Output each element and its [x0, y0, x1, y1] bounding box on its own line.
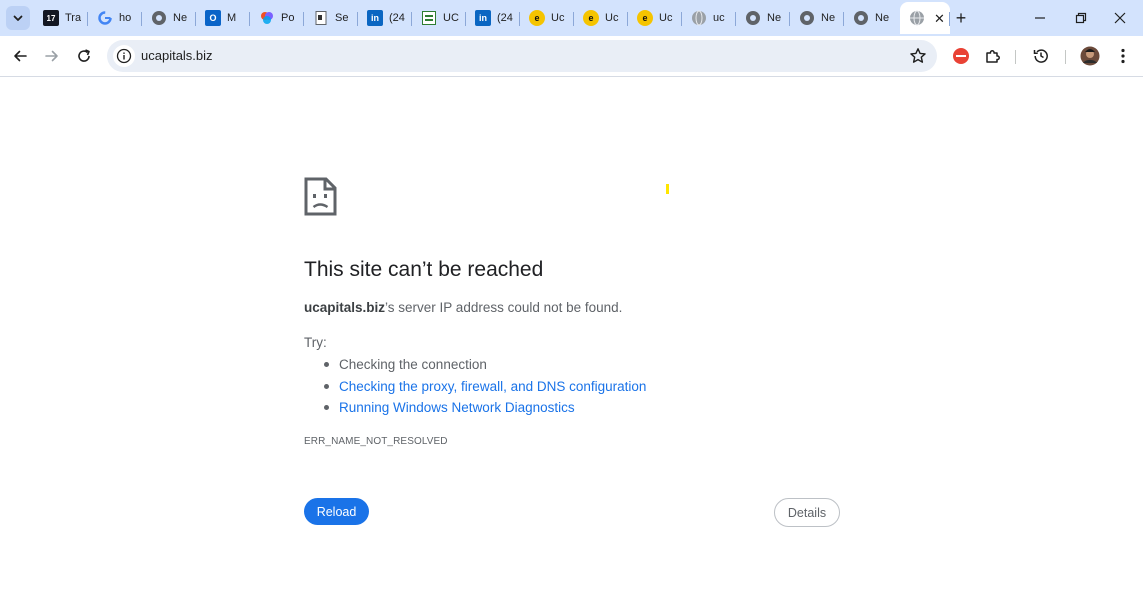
extensions-button[interactable] [983, 46, 1003, 66]
minimize-icon [1035, 17, 1045, 19]
profile-avatar[interactable] [1080, 46, 1100, 66]
tab[interactable]: e Uc [574, 2, 628, 34]
tab-title: Ne [173, 12, 188, 24]
tab[interactable]: Ne [142, 2, 196, 34]
tab[interactable]: Po [250, 2, 304, 34]
tab[interactable]: Ne [844, 2, 898, 34]
linkedin-icon: in [475, 10, 491, 26]
chrome-page-icon [799, 10, 815, 26]
tab-title: Po [281, 12, 295, 24]
tab[interactable]: ho [88, 2, 142, 34]
tab[interactable]: O M [196, 2, 250, 34]
cursor-mark [666, 184, 669, 194]
close-window-button[interactable] [1097, 0, 1143, 36]
globe-icon [909, 10, 925, 26]
sheet-icon [421, 10, 437, 26]
suggestion-item: Checking the connection [324, 356, 646, 378]
back-button[interactable] [8, 44, 32, 68]
tab-title: Se [335, 12, 349, 24]
history-icon [1033, 49, 1048, 63]
chevron-down-icon [13, 15, 23, 21]
error-host: ucapitals.biz [304, 300, 386, 315]
suggestion-link-proxy[interactable]: Checking the proxy, firewall, and DNS co… [324, 378, 646, 400]
tab[interactable]: in (24 [358, 2, 412, 34]
google-icon [97, 10, 113, 26]
close-tab-icon[interactable]: ✕ [934, 12, 945, 25]
tab-title: Uc [659, 12, 673, 24]
more-vert-icon [1121, 48, 1125, 64]
tab[interactable]: Se [304, 2, 358, 34]
avatar-icon [1080, 46, 1100, 66]
tab[interactable]: Ne [790, 2, 844, 34]
yellow-logo-icon: e [583, 10, 599, 26]
sad-page-icon [304, 177, 337, 216]
suggestion-link-diagnostics[interactable]: Running Windows Network Diagnostics [324, 399, 646, 421]
tradingview-icon: 17 [43, 10, 59, 26]
address-bar[interactable]: ucapitals.biz [107, 40, 937, 72]
chrome-page-icon [745, 10, 761, 26]
chrome-page-icon [151, 10, 167, 26]
linkedin-icon: in [367, 10, 383, 26]
restore-icon [1075, 12, 1087, 24]
tab-title: Ne [821, 12, 836, 24]
yellow-logo-icon: e [637, 10, 653, 26]
tab[interactable]: in (24 [466, 2, 520, 34]
tab-title: Tra [65, 12, 81, 24]
toolbar: ucapitals.biz [0, 36, 1143, 77]
outlook-icon: O [205, 10, 221, 26]
info-icon [116, 48, 132, 64]
chrome-page-icon [853, 10, 869, 26]
history-button[interactable] [1031, 46, 1051, 66]
reload-toolbar-button[interactable] [72, 44, 96, 68]
back-arrow-icon [14, 50, 27, 62]
extension-badge-icon[interactable] [951, 46, 971, 66]
tab-title: ho [119, 12, 132, 24]
error-summary-text: ’s server IP address could not be found. [385, 300, 623, 315]
error-summary: ucapitals.biz’s server IP address could … [304, 300, 622, 315]
forward-arrow-icon [45, 50, 58, 62]
menu-button[interactable] [1113, 46, 1133, 66]
tab-title: Ne [767, 12, 782, 24]
tab-title: UC [443, 12, 459, 24]
tab-strip: 17 Tra ho Ne O M Po Se in (24 UC in (24 … [0, 0, 1143, 36]
tab[interactable]: Ne [736, 2, 790, 34]
tab[interactable]: e Uc [520, 2, 574, 34]
bookmark-star-icon[interactable] [909, 47, 927, 65]
tab-title: M [227, 12, 237, 24]
tab-title: Ne [875, 12, 890, 24]
tab[interactable]: e Uc [628, 2, 682, 34]
error-code: ERR_NAME_NOT_RESOLVED [304, 436, 448, 447]
yellow-logo-icon: e [529, 10, 545, 26]
tab-title: (24 [389, 12, 405, 24]
tab[interactable]: uc [682, 2, 736, 34]
reload-icon [78, 49, 90, 62]
try-label: Try: [304, 335, 327, 350]
suggestion-list: Checking the connection Checking the pro… [324, 356, 646, 421]
tab[interactable]: UC [412, 2, 466, 34]
document-icon [313, 10, 329, 26]
tab-title: (24 [497, 12, 513, 24]
tab-title: Uc [605, 12, 619, 24]
details-button[interactable]: Details [774, 498, 840, 527]
active-tab[interactable]: ✕ [900, 2, 950, 34]
globe-icon [691, 10, 707, 26]
error-title: This site can’t be reached [304, 258, 544, 281]
tab-search-button[interactable] [6, 6, 30, 30]
forward-button[interactable] [40, 44, 64, 68]
tab-title: Uc [551, 12, 565, 24]
toolbar-divider [1015, 50, 1016, 64]
site-info-button[interactable] [113, 45, 135, 67]
copilot-icon [259, 10, 275, 26]
close-icon [1114, 12, 1126, 24]
minimize-button[interactable] [1017, 0, 1063, 36]
tab[interactable]: 17 Tra [34, 2, 88, 34]
url-text[interactable]: ucapitals.biz [141, 48, 213, 63]
new-tab-button[interactable]: + [951, 8, 971, 28]
reload-button[interactable]: Reload [304, 498, 369, 525]
tab-title: uc [713, 12, 725, 24]
puzzle-icon [986, 50, 1000, 63]
tab-list: 17 Tra ho Ne O M Po Se in (24 UC in (24 … [34, 2, 950, 36]
toolbar-divider [1065, 50, 1066, 64]
